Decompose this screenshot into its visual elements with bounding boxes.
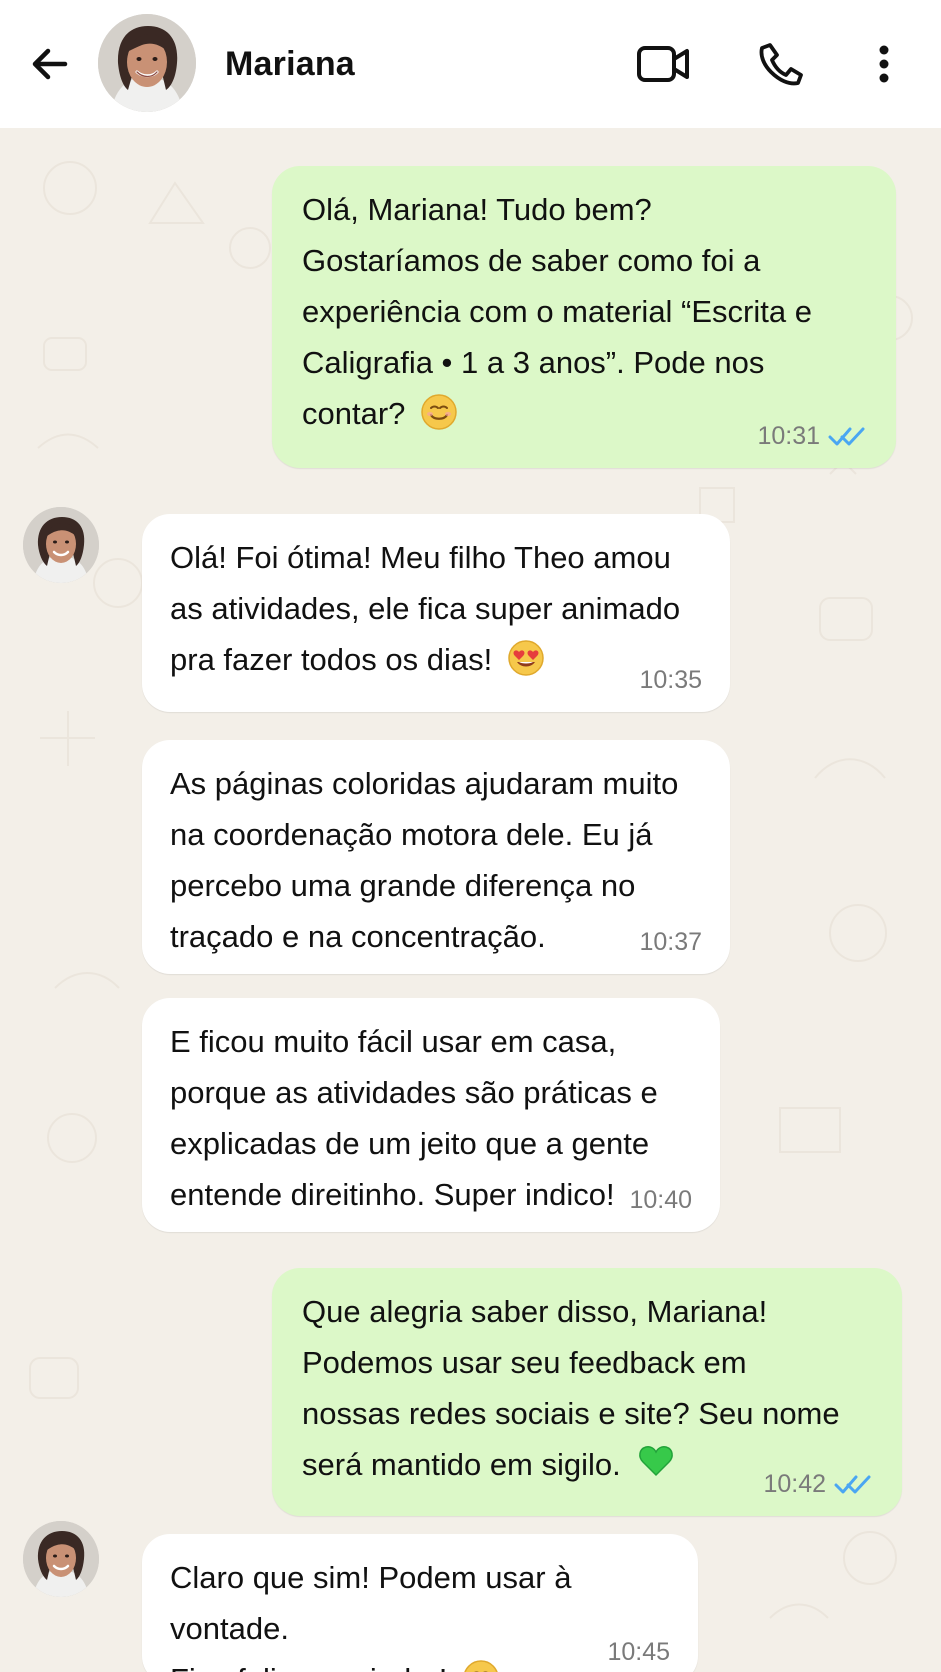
- message-time: 10:37: [639, 928, 702, 956]
- phone-call-icon: [759, 43, 803, 86]
- message-meta: 10:35: [639, 666, 702, 694]
- contact-name[interactable]: Mariana: [225, 44, 355, 84]
- smile-emoji-icon: [464, 1660, 498, 1672]
- message-meta: 10:45: [607, 1638, 670, 1666]
- message-bubble-sent[interactable]: Que alegria saber disso, Mariana! Podemo…: [272, 1268, 902, 1516]
- message-time: 10:42: [763, 1470, 826, 1498]
- contact-avatar[interactable]: [98, 14, 196, 112]
- double-check-icon: [828, 427, 865, 446]
- woman-avatar-icon: [98, 14, 196, 112]
- menu-button[interactable]: [856, 38, 912, 90]
- voice-call-button[interactable]: [752, 38, 810, 90]
- contact-avatar-small[interactable]: [23, 507, 99, 583]
- message-text: As páginas coloridas ajudaram muito na c…: [170, 766, 679, 954]
- smile-emoji-icon: [421, 394, 457, 430]
- message-time: 10:31: [757, 422, 820, 450]
- message-meta: 10:37: [639, 928, 702, 956]
- back-button[interactable]: [24, 38, 76, 90]
- message-bubble-received[interactable]: Olá! Foi ótima! Meu filho Theo amou as a…: [142, 514, 730, 712]
- message-time: 10:35: [639, 666, 702, 694]
- message-bubble-received[interactable]: E ficou muito fácil usar em casa, porque…: [142, 998, 720, 1232]
- message-text: Claro que sim! Podem usar à vontade. Fic…: [170, 1560, 572, 1672]
- heart-eyes-emoji-icon: [508, 640, 544, 676]
- message-time: 10:45: [607, 1638, 670, 1666]
- message-meta: 10:40: [629, 1186, 692, 1214]
- back-arrow-icon: [32, 48, 68, 80]
- message-text: Que alegria saber disso, Mariana! Podemo…: [302, 1294, 840, 1482]
- message-text: Olá, Mariana! Tudo bem? Gostaríamos de s…: [302, 192, 812, 431]
- chat-area[interactable]: Olá, Mariana! Tudo bem? Gostaríamos de s…: [0, 128, 941, 1672]
- double-check-icon: [834, 1475, 871, 1494]
- contact-avatar-small[interactable]: [23, 1521, 99, 1597]
- message-text: E ficou muito fácil usar em casa, porque…: [170, 1024, 658, 1212]
- video-call-button[interactable]: [634, 38, 692, 90]
- green-heart-icon: [639, 1446, 674, 1477]
- message-meta: 10:31: [757, 422, 868, 450]
- message-meta: 10:42: [763, 1470, 874, 1498]
- woman-avatar-icon: [23, 1521, 99, 1597]
- message-bubble-received[interactable]: Claro que sim! Podem usar à vontade. Fic…: [142, 1534, 698, 1672]
- message-bubble-sent[interactable]: Olá, Mariana! Tudo bem? Gostaríamos de s…: [272, 166, 896, 468]
- message-bubble-received[interactable]: As páginas coloridas ajudaram muito na c…: [142, 740, 730, 974]
- message-text: Olá! Foi ótima! Meu filho Theo amou as a…: [170, 540, 681, 677]
- video-call-icon: [637, 46, 689, 82]
- message-time: 10:40: [629, 1186, 692, 1214]
- woman-avatar-icon: [23, 507, 99, 583]
- chat-header: Mariana: [0, 0, 941, 128]
- more-options-icon: [879, 45, 889, 83]
